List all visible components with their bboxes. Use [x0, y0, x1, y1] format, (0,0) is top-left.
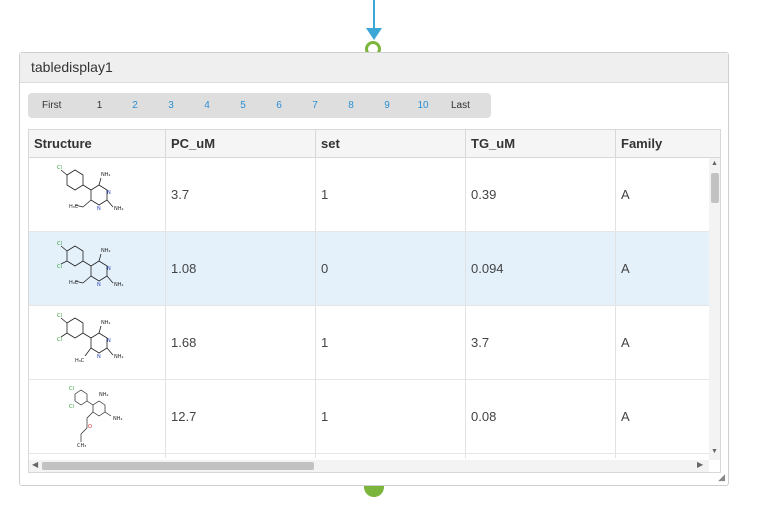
svg-text:N: N	[97, 206, 101, 212]
structure-cell	[29, 454, 166, 458]
svg-text:Cl: Cl	[57, 313, 62, 319]
table-row[interactable]: Cl Cl NH₂ H₃C NH₂ N N 1.68 1 3.7 A	[29, 306, 709, 380]
tg-um-cell: 0.08	[466, 380, 616, 453]
scroll-left-icon[interactable]: ◀	[32, 460, 38, 469]
svg-text:Cl: Cl	[69, 404, 74, 410]
tg-um-cell	[466, 454, 616, 458]
table-display-node: tabledisplay1 First 1 2 3 4 5 6 7 8 9 10…	[19, 52, 729, 486]
tg-um-cell: 3.7	[466, 306, 616, 379]
svg-text:NH₂: NH₂	[114, 206, 124, 212]
svg-text:N: N	[97, 354, 101, 360]
column-header-set[interactable]: set	[316, 130, 466, 157]
pager-page-10[interactable]: 10	[405, 100, 441, 111]
pc-um-cell: 1.08	[166, 232, 316, 305]
column-header-family[interactable]: Family	[616, 130, 720, 157]
scroll-down-icon[interactable]: ▼	[711, 448, 718, 455]
svg-text:NH₂: NH₂	[114, 354, 124, 360]
node-title: tabledisplay1	[20, 53, 728, 83]
set-cell: 0	[316, 232, 466, 305]
svg-text:H₃C: H₃C	[69, 204, 79, 210]
table-body: Cl NH₂ H₃C NH₂ N N 3.7 1 0.39 A Cl Cl NH…	[29, 158, 709, 458]
pager-current-page: 1	[96, 100, 103, 111]
scroll-right-icon[interactable]: ▶	[697, 460, 703, 469]
pc-um-cell: 1.68	[166, 306, 316, 379]
svg-text:NH₂: NH₂	[99, 392, 109, 398]
svg-text:H₃C: H₃C	[69, 280, 79, 286]
svg-text:NH₂: NH₂	[113, 416, 123, 422]
column-header-structure[interactable]: Structure	[29, 130, 166, 157]
pager-page-7[interactable]: 7	[297, 100, 333, 111]
column-header-tg-um[interactable]: TG_uM	[466, 130, 616, 157]
svg-text:Cl: Cl	[57, 241, 62, 247]
svg-text:NH₂: NH₂	[101, 172, 111, 178]
svg-text:NH₂: NH₂	[114, 282, 124, 288]
svg-text:Cl: Cl	[57, 337, 62, 343]
pager-first-button[interactable]: First	[42, 100, 82, 111]
resize-handle-icon[interactable]: ◢	[718, 472, 725, 483]
table-row[interactable]	[29, 454, 709, 458]
pc-um-cell	[166, 454, 316, 458]
svg-text:N: N	[97, 282, 101, 288]
molecule-structure-image: Cl Cl NH₂ H₃C NH₂ N N	[57, 313, 124, 364]
svg-text:Cl: Cl	[69, 386, 74, 392]
tg-um-cell: 0.39	[466, 158, 616, 231]
tg-um-cell: 0.094	[466, 232, 616, 305]
family-cell	[616, 454, 709, 458]
pc-um-cell: 3.7	[166, 158, 316, 231]
data-table: Structure PC_uM set TG_uM Family Cl NH₂ …	[28, 129, 721, 473]
set-cell: 1	[316, 380, 466, 453]
structure-cell: Cl Cl NH₂ H₃C NH₂ N N	[29, 306, 166, 379]
family-cell: A	[621, 335, 630, 350]
svg-text:NH₂: NH₂	[101, 320, 111, 326]
table-row[interactable]: Cl NH₂ H₃C NH₂ N N 3.7 1 0.39 A	[29, 158, 709, 232]
table-row[interactable]: Cl Cl NH₂ NH₂ O CH₃ 12.7 1 0.08 A	[29, 380, 709, 454]
column-header-pc-um[interactable]: PC_uM	[166, 130, 316, 157]
table-row[interactable]: Cl Cl NH₂ H₃C NH₂ N N 1.08 0 0.094 A	[29, 232, 709, 306]
table-header: Structure PC_uM set TG_uM Family	[29, 130, 720, 158]
svg-text:H₃C: H₃C	[75, 358, 85, 364]
svg-text:N: N	[107, 338, 111, 344]
pager-last-button[interactable]: Last	[451, 100, 470, 111]
horizontal-scrollbar[interactable]: ◀ ▶	[29, 460, 709, 472]
molecule-structure-image: Cl NH₂ H₃C NH₂ N N	[57, 165, 124, 212]
structure-cell: Cl NH₂ H₃C NH₂ N N	[29, 158, 166, 231]
input-connector-line	[373, 0, 375, 30]
molecule-structure-image: Cl Cl NH₂ NH₂ O CH₃	[69, 386, 123, 449]
family-cell: A	[621, 187, 630, 202]
pager-page-9[interactable]: 9	[369, 100, 405, 111]
pc-um-cell: 12.7	[166, 380, 316, 453]
pager-page-5[interactable]: 5	[225, 100, 261, 111]
pager-page-8[interactable]: 8	[333, 100, 369, 111]
pagination-bar: First 1 2 3 4 5 6 7 8 9 10 Last	[28, 93, 491, 118]
molecule-structure-image: Cl Cl NH₂ H₃C NH₂ N N	[57, 241, 124, 288]
set-cell	[316, 454, 466, 458]
vertical-scrollbar[interactable]: ▲ ▼	[709, 158, 720, 460]
svg-text:Cl: Cl	[57, 264, 62, 270]
svg-text:CH₃: CH₃	[77, 443, 86, 449]
set-cell: 1	[316, 158, 466, 231]
svg-text:O: O	[88, 424, 92, 430]
family-cell: A	[621, 409, 630, 424]
pager-page-6[interactable]: 6	[261, 100, 297, 111]
arrow-down-icon	[366, 28, 382, 40]
scroll-up-icon[interactable]: ▲	[711, 160, 718, 167]
vertical-scroll-thumb[interactable]	[711, 173, 719, 203]
pager-page-4[interactable]: 4	[189, 100, 225, 111]
pager-page-2[interactable]: 2	[117, 100, 153, 111]
set-cell: 1	[316, 306, 466, 379]
horizontal-scroll-thumb[interactable]	[42, 462, 314, 470]
svg-text:NH₂: NH₂	[101, 248, 111, 254]
structure-cell: Cl Cl NH₂ NH₂ O CH₃	[29, 380, 166, 453]
svg-text:N: N	[107, 190, 111, 196]
svg-text:N: N	[107, 266, 111, 272]
pager-page-3[interactable]: 3	[153, 100, 189, 111]
svg-text:Cl: Cl	[57, 165, 62, 171]
family-cell: A	[621, 261, 630, 276]
structure-cell: Cl Cl NH₂ H₃C NH₂ N N	[29, 232, 166, 305]
